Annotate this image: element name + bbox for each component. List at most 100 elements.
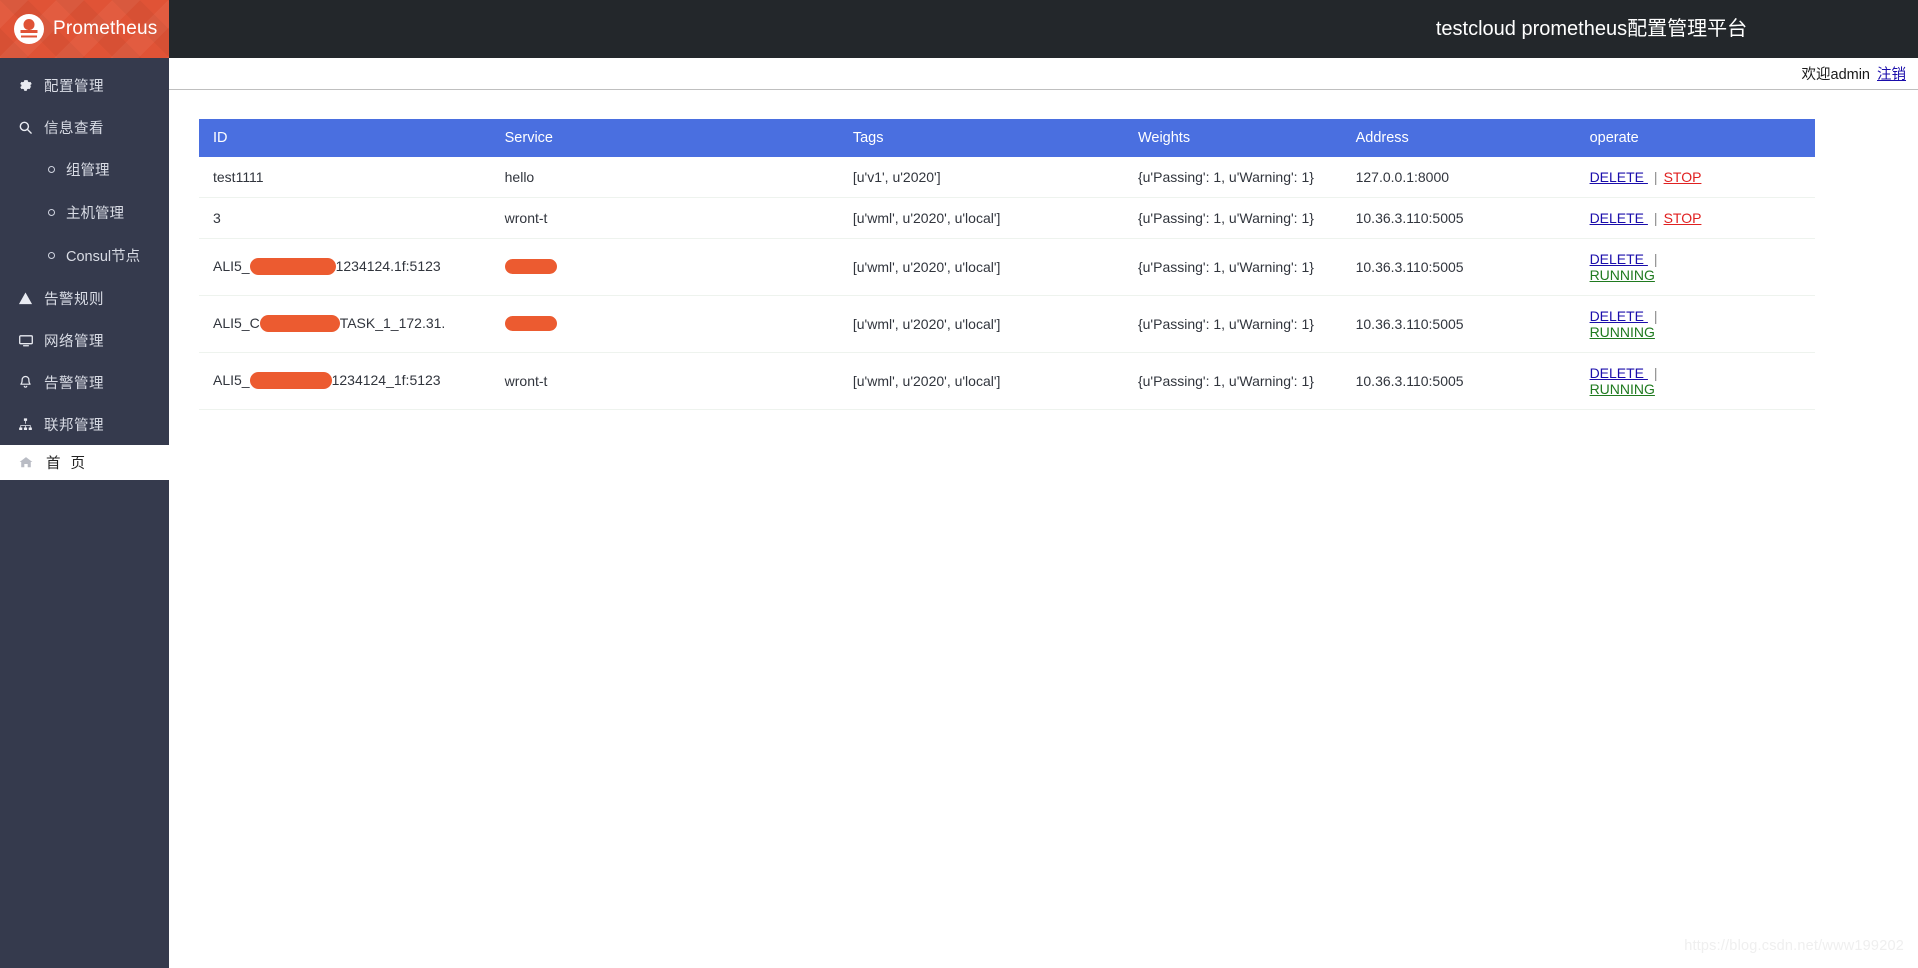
- action-delete-link[interactable]: DELETE: [1590, 169, 1648, 185]
- cell-weights: {u'Passing': 1, u'Warning': 1}: [1123, 197, 1342, 239]
- cell-service: [490, 238, 839, 296]
- cell-id: ALI5_C TASK_1_172.31.: [199, 295, 491, 353]
- top-bar: testcloud prometheus配置管理平台: [169, 0, 1918, 58]
- cell-address: 10.36.3.110:5005: [1341, 295, 1576, 353]
- action-separator: |: [1653, 308, 1658, 324]
- brand-header[interactable]: Prometheus: [0, 0, 169, 58]
- column-header-weights[interactable]: Weights: [1123, 119, 1342, 157]
- cell-tags: [u'wml', u'2020', u'local']: [838, 295, 1124, 353]
- cell-service: wront-t: [490, 352, 839, 410]
- action-running-link[interactable]: RUNNING: [1590, 324, 1655, 340]
- action-running-link[interactable]: RUNNING: [1590, 381, 1655, 397]
- sidebar-item-federation-management[interactable]: 联邦管理: [0, 403, 169, 445]
- bullet-icon: [48, 252, 55, 259]
- cell-address: 10.36.3.110:5005: [1341, 197, 1576, 239]
- sidebar-item-host-management[interactable]: 主机管理: [0, 191, 169, 234]
- column-header-operate[interactable]: operate: [1575, 119, 1815, 157]
- cell-weights: {u'Passing': 1, u'Warning': 1}: [1123, 238, 1342, 296]
- id-suffix: TASK_1_172.31.: [339, 315, 446, 332]
- cell-weights: {u'Passing': 1, u'Warning': 1}: [1137, 169, 1314, 185]
- sidebar-subitem-label: 主机管理: [66, 206, 124, 222]
- sidebar-item-config-management[interactable]: 配置管理: [0, 64, 169, 106]
- action-separator: |: [1653, 169, 1658, 185]
- table-body: test1111 hello [u'v1', u'2020'] {u'Passing'…: [199, 157, 1815, 410]
- watermark: https://blog.csdn.net/www199202: [1684, 938, 1904, 954]
- table-row: 3 wront-t [u'wml', u'2020', u'local'] {u'Pa…: [199, 197, 1815, 239]
- sidebar-item-network-management[interactable]: 网络管理: [0, 319, 169, 361]
- cell-tags: [u'wml', u'2020', u'local']: [838, 352, 1124, 410]
- cell-id: test1111: [213, 169, 264, 185]
- column-header-id[interactable]: ID: [199, 119, 491, 157]
- sidebar-item-alert-management[interactable]: 告警管理: [0, 361, 169, 403]
- sidebar-item-label: 首 页: [46, 456, 89, 472]
- cell-tags: [u'v1', u'2020']: [852, 169, 941, 185]
- cell-id: 3: [199, 197, 491, 239]
- cell-tags: [u'wml', u'2020', u'local']: [838, 197, 1124, 239]
- cell-operate: DELETE | RUNNING: [1575, 352, 1815, 410]
- sidebar-item-home[interactable]: 首 页: [0, 445, 169, 480]
- action-delete-link[interactable]: DELETE: [1590, 365, 1648, 381]
- cell-weights: {u'Passing': 1, u'Warning': 1}: [1123, 352, 1342, 410]
- sidebar-item-group-management[interactable]: 组管理: [0, 148, 169, 191]
- home-icon: [18, 455, 40, 470]
- welcome-text: 欢迎admin: [1801, 67, 1871, 83]
- cell-service: [490, 295, 839, 353]
- bullet-icon: [48, 166, 55, 173]
- redaction-mark: [249, 371, 332, 389]
- brand-name: Prometheus: [53, 18, 158, 39]
- table-header-row: ID Service Tags Weights Address operate: [199, 119, 1815, 157]
- action-running-link[interactable]: RUNNING: [1590, 267, 1655, 283]
- cell-weights: {u'Passing': 1, u'Warning': 1}: [1123, 295, 1342, 353]
- cell-service: hello: [504, 169, 535, 185]
- sidebar-item-info-view[interactable]: 信息查看: [0, 106, 169, 148]
- app-root: Prometheus 配置管理 信息查看 组管理 主机管理 Consul节点 告…: [0, 0, 1918, 968]
- action-separator: |: [1653, 365, 1658, 381]
- sidebar-item-consul-node[interactable]: Consul节点: [0, 234, 169, 277]
- services-table: ID Service Tags Weights Address operate …: [199, 119, 1815, 410]
- column-header-address[interactable]: Address: [1341, 119, 1576, 157]
- cell-address: 10.36.3.110:5005: [1341, 352, 1576, 410]
- cell-tags: [u'wml', u'2020', u'local']: [838, 238, 1124, 296]
- sidebar-nav: 配置管理 信息查看 组管理 主机管理 Consul节点 告警规则 网络管理 告警…: [0, 58, 169, 480]
- sidebar: Prometheus 配置管理 信息查看 组管理 主机管理 Consul节点 告…: [0, 0, 169, 968]
- table-row: ALI5_ 1234124.1f:5123 [u'wml', u'2020', u'…: [199, 238, 1815, 296]
- id-suffix: 1234124.1f:5123: [335, 258, 441, 275]
- id-prefix: ALI5_: [213, 372, 250, 389]
- column-header-service[interactable]: Service: [490, 119, 839, 157]
- action-separator: |: [1653, 251, 1658, 267]
- sidebar-item-label: 告警规则: [44, 291, 104, 308]
- id-suffix: 1234124_1f:5123: [331, 372, 441, 389]
- bullet-icon: [48, 209, 55, 216]
- sidebar-item-label: 联邦管理: [44, 417, 104, 434]
- action-delete-link[interactable]: DELETE: [1590, 210, 1648, 226]
- bell-icon: [18, 375, 40, 390]
- action-delete-link[interactable]: DELETE: [1590, 251, 1648, 267]
- cell-operate: DELETE | RUNNING: [1575, 295, 1815, 353]
- id-prefix: ALI5_: [213, 258, 250, 275]
- sidebar-item-label: 配置管理: [44, 78, 104, 95]
- column-header-tags[interactable]: Tags: [838, 119, 1124, 157]
- redaction-mark: [249, 257, 336, 275]
- cell-service: wront-t: [490, 197, 839, 239]
- sidebar-item-label: 网络管理: [44, 333, 104, 350]
- redaction-mark: [259, 314, 340, 332]
- sidebar-subitem-label: Consul节点: [66, 249, 141, 265]
- redaction-mark: [504, 259, 557, 275]
- page-title: testcloud prometheus配置管理平台: [1435, 18, 1748, 40]
- table-row: test1111 hello [u'v1', u'2020'] {u'Passing'…: [199, 157, 1815, 198]
- action-stop-link[interactable]: STOP: [1664, 169, 1702, 185]
- sidebar-item-alert-rules[interactable]: 告警规则: [0, 277, 169, 319]
- id-prefix: ALI5_C: [213, 315, 260, 332]
- prometheus-logo-icon: [14, 14, 44, 44]
- cell-operate: DELETE | STOP: [1575, 197, 1815, 239]
- table-row: ALI5_ 1234124_1f:5123 wront-t [u'wml', u'20…: [199, 352, 1815, 410]
- gear-icon: [18, 78, 40, 93]
- logout-link[interactable]: 注销: [1877, 63, 1906, 84]
- action-delete-link[interactable]: DELETE: [1590, 308, 1648, 324]
- cell-operate: DELETE | RUNNING: [1575, 238, 1815, 296]
- main-content: ID Service Tags Weights Address operate …: [169, 91, 1918, 968]
- sidebar-subitem-label: 组管理: [66, 163, 110, 179]
- sidebar-item-label: 告警管理: [44, 375, 104, 392]
- welcome-bar: 欢迎admin 注销: [169, 58, 1918, 90]
- action-stop-link[interactable]: STOP: [1664, 210, 1702, 226]
